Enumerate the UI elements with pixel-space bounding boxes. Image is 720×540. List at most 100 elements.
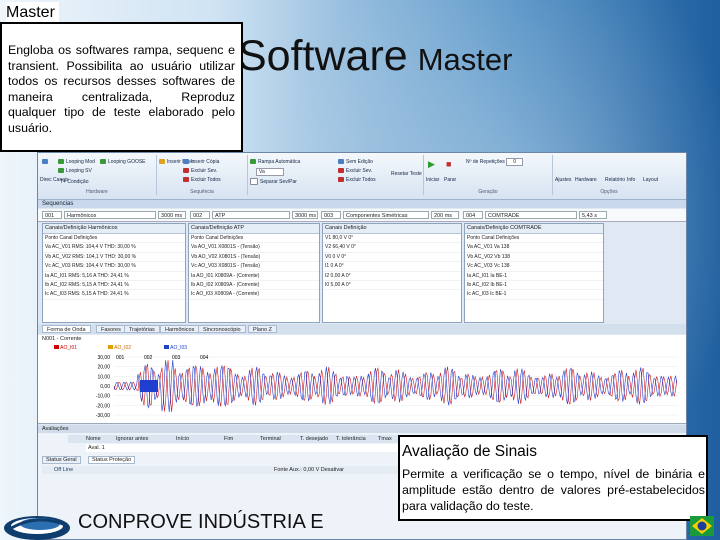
panel-row[interactable]: Vc AC_V03 Vc 138 xyxy=(465,262,603,272)
panel-row[interactable]: Vb AC_V02 RMS: 104,1 V THD: 30,00 % xyxy=(43,253,185,263)
panel-row[interactable]: Ia AO_I01 X0809A - (Corrente) xyxy=(189,272,319,281)
seq-cell[interactable]: COMTRADE xyxy=(485,211,577,219)
tab-trajetorias[interactable]: Trajetórias xyxy=(124,325,160,333)
seq-cell[interactable]: ATP xyxy=(212,211,290,219)
iniciar-button[interactable]: Iniciar xyxy=(426,177,439,183)
info-button[interactable]: Info xyxy=(627,177,635,183)
ajustes-button[interactable]: Ajustes xyxy=(555,177,571,183)
excluir-sev-button-2[interactable]: Excluir Sev. xyxy=(338,168,372,174)
sequence-marker: 004 xyxy=(200,355,209,361)
panel-row[interactable]: Ia AC_I01 Ia BE-1 xyxy=(465,272,603,281)
panel-header: Canais Definição xyxy=(323,224,461,234)
seq-cell[interactable]: 004 xyxy=(463,211,483,219)
y-tick-label: 20,00 xyxy=(97,365,110,371)
legend-swatch xyxy=(108,345,113,349)
va-select[interactable]: Va xyxy=(256,168,284,176)
panel-row[interactable]: Ib AC_I02 Ib BE-1 xyxy=(465,281,603,291)
delete-icon xyxy=(183,177,189,183)
seq-cell[interactable]: 200 ms xyxy=(431,211,459,219)
looping-mod-button[interactable]: Looping Mod xyxy=(58,159,95,165)
column-header: Início xyxy=(176,436,190,442)
column-header: Terminal xyxy=(260,436,281,442)
panel-row[interactable]: I0 5,00 A 0° xyxy=(323,281,461,291)
tab-status-protecao[interactable]: Status Proteção xyxy=(88,456,136,464)
resetar-teste-button[interactable]: Resetar Teste xyxy=(391,171,422,177)
column-header: Tmax xyxy=(378,436,392,442)
panel-row[interactable]: I1 0 A 0° xyxy=(323,262,461,272)
ribbon-group-label: Sequência xyxy=(190,189,214,195)
panel-row[interactable]: Ic AC_I03 RMS: 5,15 A THD: 24,41 % xyxy=(43,290,185,300)
panel-row[interactable]: Ib AO_I02 X0809A - (Corrente) xyxy=(189,281,319,291)
sem-edicao-select[interactable]: Sem Edição xyxy=(338,159,373,165)
repeticoes-field[interactable]: Nº de Repetições 0 xyxy=(466,158,523,166)
panel-row[interactable]: I2 0,00 A 0° xyxy=(323,272,461,281)
insert-icon xyxy=(159,159,165,165)
tab-sincronoscopio[interactable]: Sincronoscópio xyxy=(198,325,246,333)
panel-row[interactable]: Vb AC_V02 Vb 138 xyxy=(465,253,603,263)
loop-icon xyxy=(100,159,106,165)
section-avaliacoes: Avaliações xyxy=(38,425,686,433)
sequence-row: 001 Harmônicos 3000 ms 002 ATP 3000 ms 0… xyxy=(38,209,686,222)
tab-harmonicos[interactable]: Harmônicos xyxy=(160,325,200,333)
looping-goose-button[interactable]: Looping GOOSE xyxy=(100,159,146,165)
stop-icon[interactable]: ■ xyxy=(446,159,451,169)
seq-cell[interactable]: 3000 ms xyxy=(158,211,186,219)
panel-row[interactable]: Vc AO_V03 X0801S - (Tensão) xyxy=(189,262,319,272)
play-icon[interactable]: ▶ xyxy=(428,159,435,170)
seq-cell[interactable]: 001 xyxy=(42,211,62,219)
layout-button[interactable]: Layout xyxy=(643,177,658,183)
callout-heading: Avaliação de Sinais xyxy=(402,443,537,460)
panel-row[interactable]: Ia AC_I01 RMS: 5,16 A THD: 24,41 % xyxy=(43,272,185,281)
panel-row[interactable]: Ic AC_I03 Ic BE-1 xyxy=(465,290,603,300)
waveform-tabs: Forma de Onda Fasores Trajetórias Harmôn… xyxy=(38,324,686,334)
seq-cell[interactable]: Componentes Simétricas xyxy=(343,211,429,219)
excluir-sev-button[interactable]: Excluir Sev. xyxy=(183,168,217,174)
panel-row[interactable]: Va AC_V01 Va 138 xyxy=(465,243,603,253)
looping-sv-button[interactable]: Looping SV xyxy=(58,168,92,174)
waveform-plot[interactable]: 30,00 20,00 10,00 0,00 -10,00 -20,00 -30,00 001… xyxy=(38,353,686,423)
rampa-automatica-toggle[interactable]: Rampa Automática xyxy=(250,159,300,165)
grid-row[interactable]: Aval. 1 xyxy=(86,444,428,452)
seq-cell[interactable]: 3000 ms xyxy=(292,211,318,219)
seq-cell[interactable]: 5,43 s xyxy=(579,211,607,219)
column-header: T. desejado xyxy=(300,436,329,442)
relatorio-button[interactable]: Relatório xyxy=(605,177,625,183)
seq-cell[interactable]: 003 xyxy=(321,211,341,219)
tab-forma-de-onda[interactable]: Forma de Onda xyxy=(42,325,91,333)
sinal-button[interactable] xyxy=(42,159,50,165)
y-tick-label: 30,00 xyxy=(97,355,110,361)
excluir-todos-button-2[interactable]: Excluir Todos xyxy=(338,177,376,183)
separar-checkbox[interactable]: Separar Sev/Par xyxy=(250,178,297,185)
ribbon-group-hardware: Looping Mod Looping GOOSE Looping SV Dir… xyxy=(38,155,157,195)
tab-status-geral[interactable]: Status Geral xyxy=(42,456,81,464)
hardware-button[interactable]: Hardware xyxy=(575,177,597,183)
panel-row[interactable]: V2 66,40 V 0° xyxy=(323,243,461,253)
checkbox-icon xyxy=(250,178,258,185)
panel-row[interactable]: Vc AC_V03 RMS: 104,4 V THD: 30,00 % xyxy=(43,262,185,272)
panel-row[interactable]: Va AC_V01 RMS: 104,4 V THD: 30,00 % xyxy=(43,243,185,253)
tabela-button[interactable]: T+ Condição xyxy=(60,179,89,185)
inserir-copia-button[interactable]: Inserir Cópia xyxy=(183,159,219,165)
callout-master: Master Engloba os softwares rampa, seque… xyxy=(0,2,243,152)
callout-body: Permite a verificação se o tempo, nível … xyxy=(402,467,705,513)
parar-button[interactable]: Parar xyxy=(444,177,456,183)
panel-row[interactable]: Ic AO_I03 X0809A - (Corrente) xyxy=(189,290,319,300)
seq-cell[interactable]: Harmônicos xyxy=(64,211,156,219)
tab-fasores[interactable]: Fasores xyxy=(96,325,126,333)
tab-sequencias[interactable]: Sequencias xyxy=(38,200,686,208)
legend-item: AO_I02 xyxy=(108,345,131,351)
ribbon-group-edicao: Rampa Automática Va Separar Sev/Par Sem … xyxy=(248,155,424,195)
seq-cell[interactable]: 002 xyxy=(190,211,210,219)
excluir-todos-button[interactable]: Excluir Todos xyxy=(183,177,221,183)
panel-row[interactable]: Ib AC_I02 RMS: 5,15 A THD: 24,41 % xyxy=(43,281,185,291)
status-offline: Off Line xyxy=(54,467,74,473)
panel-row[interactable]: Va AO_V01 X0801S - (Tensão) xyxy=(189,243,319,253)
column-header: Nome xyxy=(86,436,101,442)
tab-plano-z[interactable]: Plano Z xyxy=(248,325,277,333)
panel-row[interactable]: V0 0 V 0° xyxy=(323,253,461,263)
panel-row[interactable]: V1 80,0 V 0° xyxy=(323,234,461,244)
panel-row[interactable]: Vb AO_V02 X0801S - (Tensão) xyxy=(189,253,319,263)
panel-row: Ponto Canal Definições xyxy=(43,234,185,244)
status-fonte-aux: Fonte Aux.: 0,00 V Desativar xyxy=(274,467,345,473)
legend-item: AO_I03 xyxy=(164,345,187,351)
